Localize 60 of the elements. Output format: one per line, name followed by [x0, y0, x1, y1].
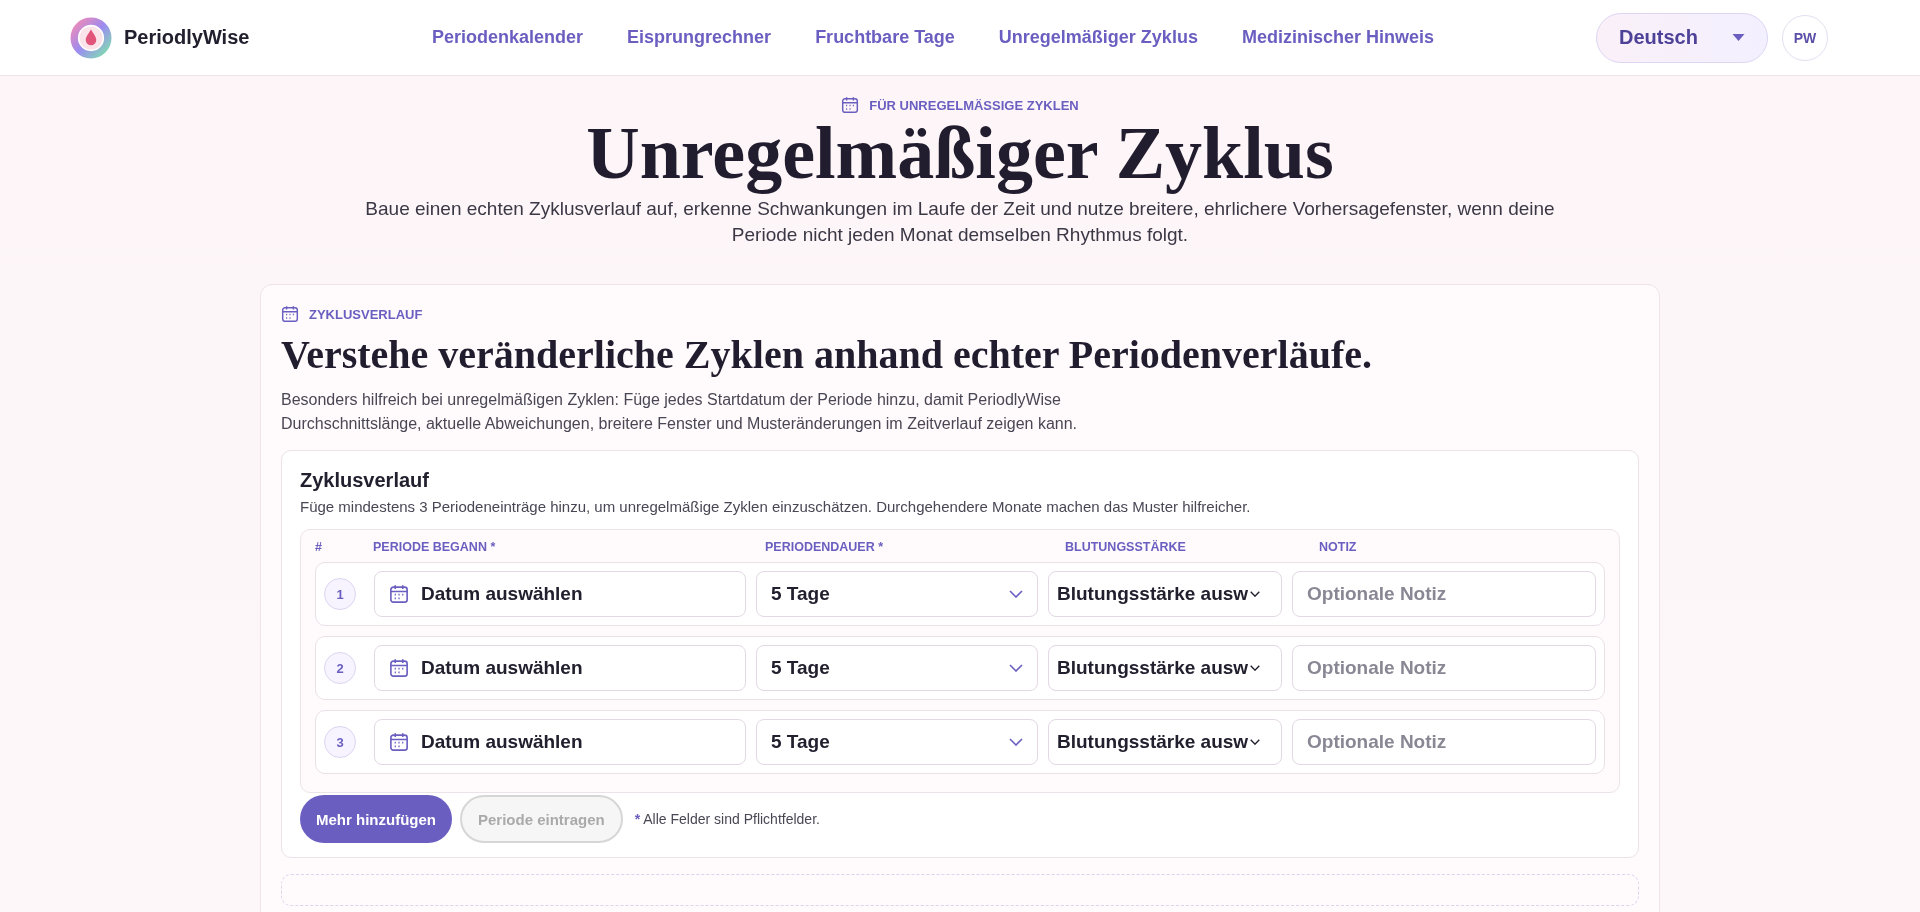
nav-link[interactable]: Eisprungrechner [627, 27, 772, 48]
nav-link[interactable]: Medizinischer Hinweis [1241, 27, 1434, 48]
calendar-icon [841, 96, 860, 114]
nav-link[interactable]: Unregelmäßiger Zyklus [998, 27, 1198, 48]
flow-value: Blutungsstärke ausw [1057, 731, 1249, 753]
column-header: PERIODENDAUER * [765, 540, 885, 554]
calendar-icon [389, 732, 409, 752]
date-picker[interactable]: Datum auswählen [374, 571, 746, 617]
duration-value: 5 Tage [771, 657, 830, 679]
calendar-icon [389, 658, 409, 678]
column-header: NOTIZ [1319, 540, 1358, 554]
date-value: Datum auswählen [421, 731, 583, 753]
date-value: Datum auswählen [421, 583, 583, 605]
column-header: PERIODE BEGANN * [373, 540, 497, 554]
chevron-down-icon [1009, 664, 1023, 672]
duration-select[interactable]: 5 Tage [756, 571, 1038, 617]
avatar-button[interactable]: PW [1782, 14, 1828, 61]
column-header: # [315, 540, 323, 554]
chevron-down-icon [1250, 591, 1261, 597]
caret-icon [1732, 33, 1745, 42]
flow-select[interactable]: Blutungsstärke ausw [1048, 719, 1282, 765]
column-header: BLUTUNGSSTÄRKE [1065, 540, 1187, 554]
note-input[interactable]: Optionale Notiz [1292, 645, 1596, 691]
note-input[interactable]: Optionale Notiz [1292, 571, 1596, 617]
calendar-icon [281, 305, 299, 323]
chevron-down-icon [1009, 590, 1023, 598]
brand-name[interactable]: PeriodlyWise [124, 26, 250, 49]
duration-select[interactable]: 5 Tage [756, 719, 1038, 765]
row-number: 3 [324, 726, 356, 758]
calendar-icon [389, 584, 409, 604]
flow-select[interactable]: Blutungsstärke ausw [1048, 645, 1282, 691]
duration-value: 5 Tage [771, 731, 830, 753]
panel-title: Zyklusverlauf [300, 469, 430, 492]
flow-select[interactable]: Blutungsstärke ausw [1048, 571, 1282, 617]
row-number: 2 [324, 652, 356, 684]
date-value: Datum auswählen [421, 657, 583, 679]
date-picker[interactable]: Datum auswählen [374, 645, 746, 691]
eyebrow-label: FÜR UNREGELMÄSSIGE ZYKLEN [869, 97, 1079, 113]
flow-value: Blutungsstärke ausw [1057, 657, 1249, 679]
nav-link[interactable]: Periodenkalender [432, 27, 584, 48]
note-input[interactable]: Optionale Notiz [1292, 719, 1596, 765]
flow-value: Blutungsstärke ausw [1057, 583, 1249, 605]
date-picker[interactable]: Datum auswählen [374, 719, 746, 765]
card-title: Verstehe veränderliche Zyklen anhand echter Periodenverläufe. [281, 331, 1373, 378]
language-select[interactable]: Deutsch [1596, 12, 1768, 63]
logo-icon [70, 16, 112, 59]
card-description: Besonders hilfreich bei unregelmäßigen Zyklen: Füge jedes Startdatum der Periode hinzu, damit PeriodlyWise Durchschnittslänge, aktuelle Abweichungen, breitere Fenster und Musteränderungen im Zeitverlauf zeigen kann. [281, 390, 1078, 434]
nav-link[interactable]: Fruchtbare Tage [815, 27, 955, 48]
panel-hint: Füge mindestens 3 Periodeneinträge hinzu, um unregelmäßige Zyklen einzuschätzen. Durchgehendere Monate machen das Muster hilfreicher. [300, 498, 1252, 515]
chevron-down-icon [1250, 665, 1261, 671]
duration-value: 5 Tage [771, 583, 830, 605]
duration-select[interactable]: 5 Tage [756, 645, 1038, 691]
eyebrow-label: ZYKLUSVERLAUF [309, 306, 423, 322]
chevron-down-icon [1250, 739, 1261, 745]
required-mark: * [634, 811, 641, 827]
required-note: Alle Felder sind Pflichtfelder. [643, 811, 820, 827]
row-number: 1 [324, 578, 356, 610]
primary-button[interactable]: Mehr hinzufügen [300, 795, 452, 843]
chevron-down-icon [1009, 738, 1023, 746]
page-subtitle: Baue einen echten Zyklusverlauf auf, erkenne Schwankungen im Laufe der Zeit und nutze breitere, ehrlichere Vorhersagefenster, wenn deine Periode nicht jeden Monat demselben Rhythmus folgt. [365, 197, 1555, 247]
